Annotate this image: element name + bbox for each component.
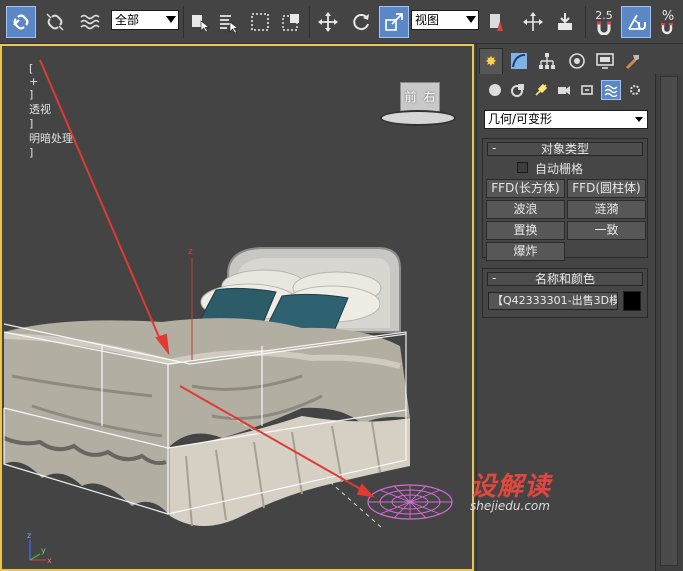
chevron-down-icon [166,16,176,23]
auto-grid-row: 自动栅格 [483,159,647,177]
lights-icon[interactable] [531,80,551,100]
object-color-swatch[interactable] [623,291,641,311]
wave-space-warp-gizmo[interactable] [367,484,453,520]
gizmo-z-label: z [188,247,193,257]
collapse-icon[interactable]: - [492,142,496,155]
command-panel-tabs: ✸ [477,48,683,74]
command-panel-scrollbar[interactable] [655,74,681,571]
displace-button[interactable]: 置换 [486,221,565,240]
auto-grid-checkbox[interactable] [517,162,528,173]
scale-icon[interactable] [379,6,409,38]
rotate-icon[interactable] [346,6,376,38]
scrollbar-thumb[interactable] [660,76,678,566]
create-tab-icon[interactable]: ✸ [479,48,503,74]
helpers-icon[interactable] [577,80,597,100]
conform-button[interactable]: 一致 [567,221,646,240]
geometry-icon[interactable] [485,80,505,100]
ripple-button[interactable]: 涟漪 [567,200,646,219]
space-warp-category-dropdown[interactable]: 几何/可变形 [484,110,648,129]
snaps-toggle-icon[interactable]: 2.5 [589,6,619,38]
motion-tab-icon[interactable] [565,48,589,74]
toolbar-divider [309,6,310,38]
world-axis-tripod: z x y [20,526,60,566]
object-type-title: 对象类型 [540,142,589,156]
snap-value-label: 2.5 [595,8,613,22]
watermark-url: shejiedu.com [470,499,550,513]
object-name-field[interactable]: 【Q42333301-出售3D模型 [488,292,618,310]
ffd-cylinder-button[interactable]: FFD(圆柱体) [567,179,646,198]
perspective-viewport[interactable]: [ + ] 透视 ] 明暗处理 ] 前 右 z z x y [0,44,474,571]
toolbar-divider [585,6,586,38]
utilities-tab-icon[interactable] [621,48,645,74]
name-and-color-rollout: - 名称和颜色 【Q42333301-出售3D模型 [482,268,648,318]
chevron-down-icon [635,117,643,122]
link-icon[interactable] [6,6,36,38]
reference-coordinate-value: 视图 [415,13,440,27]
axis-x-label: x [47,556,52,565]
hierarchy-tab-icon[interactable] [535,48,559,74]
object-type-rollout-header[interactable]: - 对象类型 [487,142,643,156]
collapse-icon[interactable]: - [492,272,496,285]
main-toolbar: 全部 视图 2.5 % [0,0,683,44]
create-subcategory-row [481,78,651,102]
rect-selection-icon[interactable] [245,6,275,38]
bed-scene: z [3,59,453,529]
select-by-name-icon[interactable] [213,6,243,38]
mirror-icon[interactable] [518,6,548,38]
axis-z-label: z [27,531,31,540]
percent-snap-icon[interactable]: % [653,6,683,38]
display-tab-icon[interactable] [593,48,617,74]
move-icon[interactable] [313,6,343,38]
select-object-icon[interactable] [185,6,215,38]
percent-snap-label: % [661,8,675,24]
reference-coordinate-dropdown[interactable]: 视图 [411,10,479,30]
toolbar-divider [183,6,184,38]
wave-button[interactable]: 波浪 [486,200,565,219]
selection-filter-value: 全部 [115,13,140,27]
name-and-color-title: 名称和颜色 [534,272,595,286]
bomb-button[interactable]: 爆炸 [486,242,565,261]
axis-y-label: y [41,546,46,555]
align-icon[interactable] [550,6,580,38]
auto-grid-label: 自动栅格 [535,162,584,176]
window-crossing-icon[interactable] [276,6,306,38]
unlink-icon[interactable] [40,6,70,38]
name-and-color-rollout-header[interactable]: - 名称和颜色 [487,272,643,286]
space-warps-icon[interactable] [601,80,621,100]
ffd-box-button[interactable]: FFD(长方体) [486,179,565,198]
watermark-logo-text: 设解读 [470,472,552,502]
cameras-icon[interactable] [554,80,574,100]
watermark: 设解读 shejiedu.com [470,466,590,516]
pivot-icon[interactable] [480,6,510,38]
angle-snap-icon[interactable] [621,6,651,38]
space-warp-category-value: 几何/可变形 [488,112,553,126]
shapes-icon[interactable] [508,80,528,100]
chevron-down-icon [466,16,476,23]
selection-filter-dropdown[interactable]: 全部 [111,10,179,30]
modify-tab-icon[interactable] [507,48,531,74]
systems-icon[interactable] [625,80,645,100]
object-type-rollout: - 对象类型 自动栅格 FFD(长方体) FFD(圆柱体) 波浪 涟漪 置换 一… [482,138,648,261]
bind-space-warp-icon[interactable] [74,6,104,38]
app-window: 全部 视图 2.5 % [+] 透视] 明暗处理] 前 右 z z x … [0,0,683,571]
